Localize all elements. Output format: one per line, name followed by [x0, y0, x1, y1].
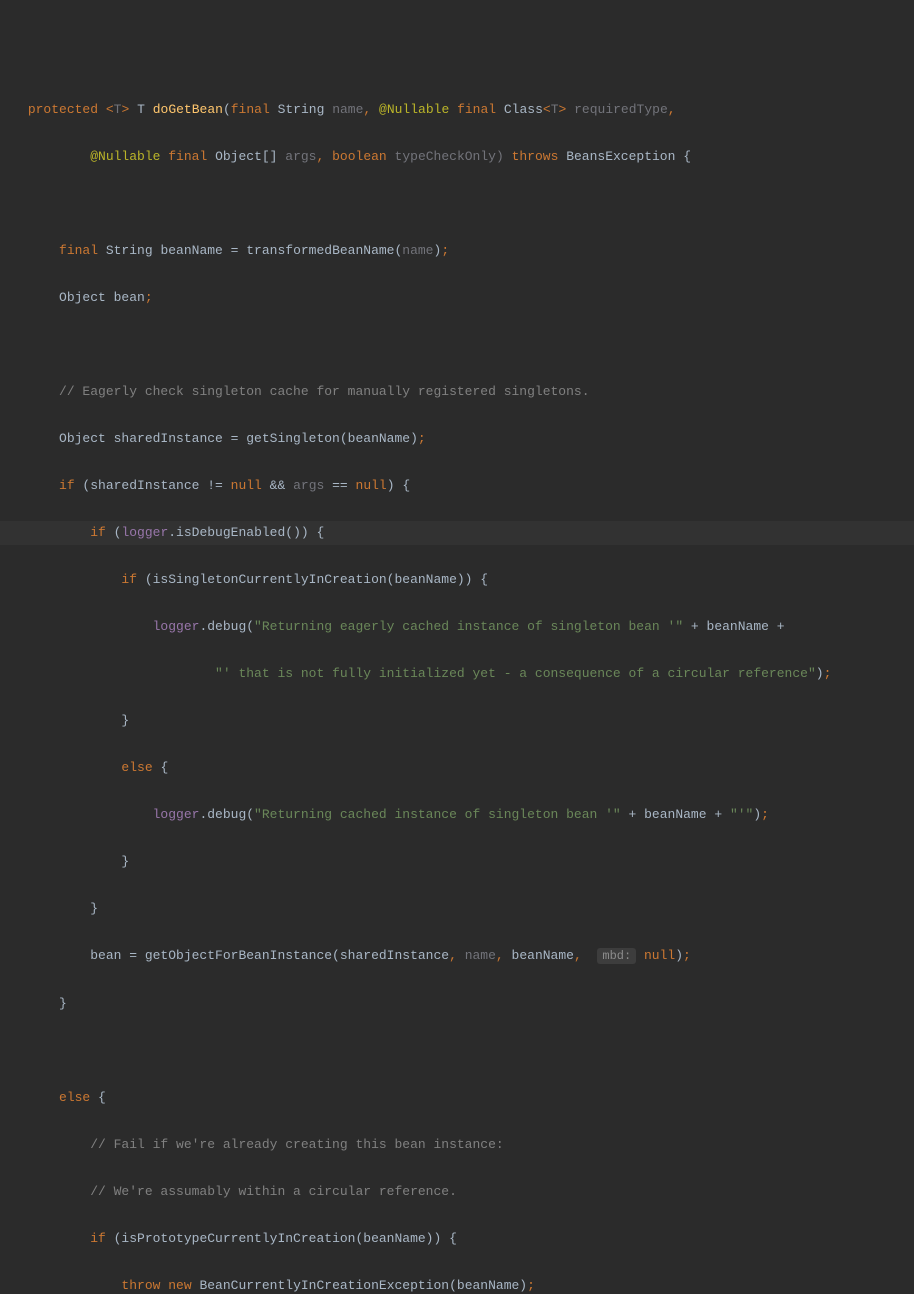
keyword-null: null: [644, 948, 675, 963]
code-line-21: // We're assumably within a circular ref…: [0, 1180, 914, 1204]
keyword-else: else: [59, 1090, 90, 1105]
code-line-8-highlighted: if (logger.isDebugEnabled()) {: [0, 521, 914, 545]
annotation: @Nullable: [90, 149, 160, 164]
code-line-12: }: [0, 709, 914, 733]
code-line-2: @Nullable final Object[] args, boolean t…: [0, 145, 914, 169]
type: String: [270, 102, 332, 117]
field-logger: logger: [121, 525, 168, 540]
code-line-17: bean = getObjectForBeanInstance(sharedIn…: [0, 944, 914, 969]
keyword-if: if: [90, 1231, 106, 1246]
code-line-20: // Fail if we're already creating this b…: [0, 1133, 914, 1157]
keyword-boolean: boolean: [332, 149, 387, 164]
annotation: @Nullable: [379, 102, 449, 117]
keyword-final: final: [457, 102, 496, 117]
keyword-final: final: [168, 149, 207, 164]
code-line-1: protected <T> T doGetBean(final String n…: [0, 98, 914, 122]
string-literal: "' that is not fully initialized yet - a…: [215, 666, 816, 681]
keyword-if: if: [59, 478, 75, 493]
blank-line: [0, 192, 914, 216]
code-line-9: if (isSingletonCurrentlyInCreation(beanN…: [0, 568, 914, 592]
type: Class: [496, 102, 543, 117]
code-line-22: if (isPrototypeCurrentlyInCreation(beanN…: [0, 1227, 914, 1251]
code-line-comment: // Eagerly check singleton cache for man…: [0, 380, 914, 404]
keyword-new: new: [168, 1278, 191, 1293]
code-line-23: throw new BeanCurrentlyInCreationExcepti…: [0, 1274, 914, 1294]
keyword-null: null: [231, 478, 262, 493]
field-logger: logger: [153, 807, 200, 822]
code-line-10: logger.debug("Returning eagerly cached i…: [0, 615, 914, 639]
comment-text: // Fail if we're already creating this b…: [90, 1137, 503, 1152]
field-logger: logger: [153, 619, 200, 634]
code-line-6: Object sharedInstance = getSingleton(bea…: [0, 427, 914, 451]
code-line-16: }: [0, 897, 914, 921]
paren: (: [223, 102, 231, 117]
keyword-final: final: [231, 102, 270, 117]
code-line-4: Object bean;: [0, 286, 914, 310]
code-line-11: "' that is not fully initialized yet - a…: [0, 662, 914, 686]
blank-line: [0, 333, 914, 357]
comment-text: // We're assumably within a circular ref…: [90, 1184, 457, 1199]
param-required: requiredType: [566, 102, 667, 117]
code-line-19: else {: [0, 1086, 914, 1110]
param-typecheck: typeCheckOnly): [387, 149, 504, 164]
code-line-7: if (sharedInstance != null && args == nu…: [0, 474, 914, 498]
keyword-else: else: [121, 760, 152, 775]
param-ref: name: [402, 243, 433, 258]
keyword-final: final: [59, 243, 98, 258]
method-name: doGetBean: [153, 102, 223, 117]
keyword-if: if: [90, 525, 106, 540]
keyword-throws: throws: [512, 149, 559, 164]
generic-close: >: [121, 102, 129, 117]
keyword-if: if: [121, 572, 137, 587]
param-args: args: [285, 149, 316, 164]
generic-open: <: [106, 102, 114, 117]
param-name: name: [332, 102, 363, 117]
keyword-throw: throw: [121, 1278, 160, 1293]
comment-text: // Eagerly check singleton cache for man…: [59, 384, 590, 399]
blank-line: [0, 1039, 914, 1063]
parameter-hint: mbd:: [597, 948, 636, 964]
code-line-18: }: [0, 992, 914, 1016]
string-literal: "Returning cached instance of singleton …: [254, 807, 621, 822]
code-line-3: final String beanName = transformedBeanN…: [0, 239, 914, 263]
string-literal: "Returning eagerly cached instance of si…: [254, 619, 683, 634]
code-line-14: logger.debug("Returning cached instance …: [0, 803, 914, 827]
code-line-15: }: [0, 850, 914, 874]
keyword-protected: protected: [28, 102, 98, 117]
return-type: T: [137, 102, 145, 117]
code-line-13: else {: [0, 756, 914, 780]
semicolon: ;: [441, 243, 449, 258]
